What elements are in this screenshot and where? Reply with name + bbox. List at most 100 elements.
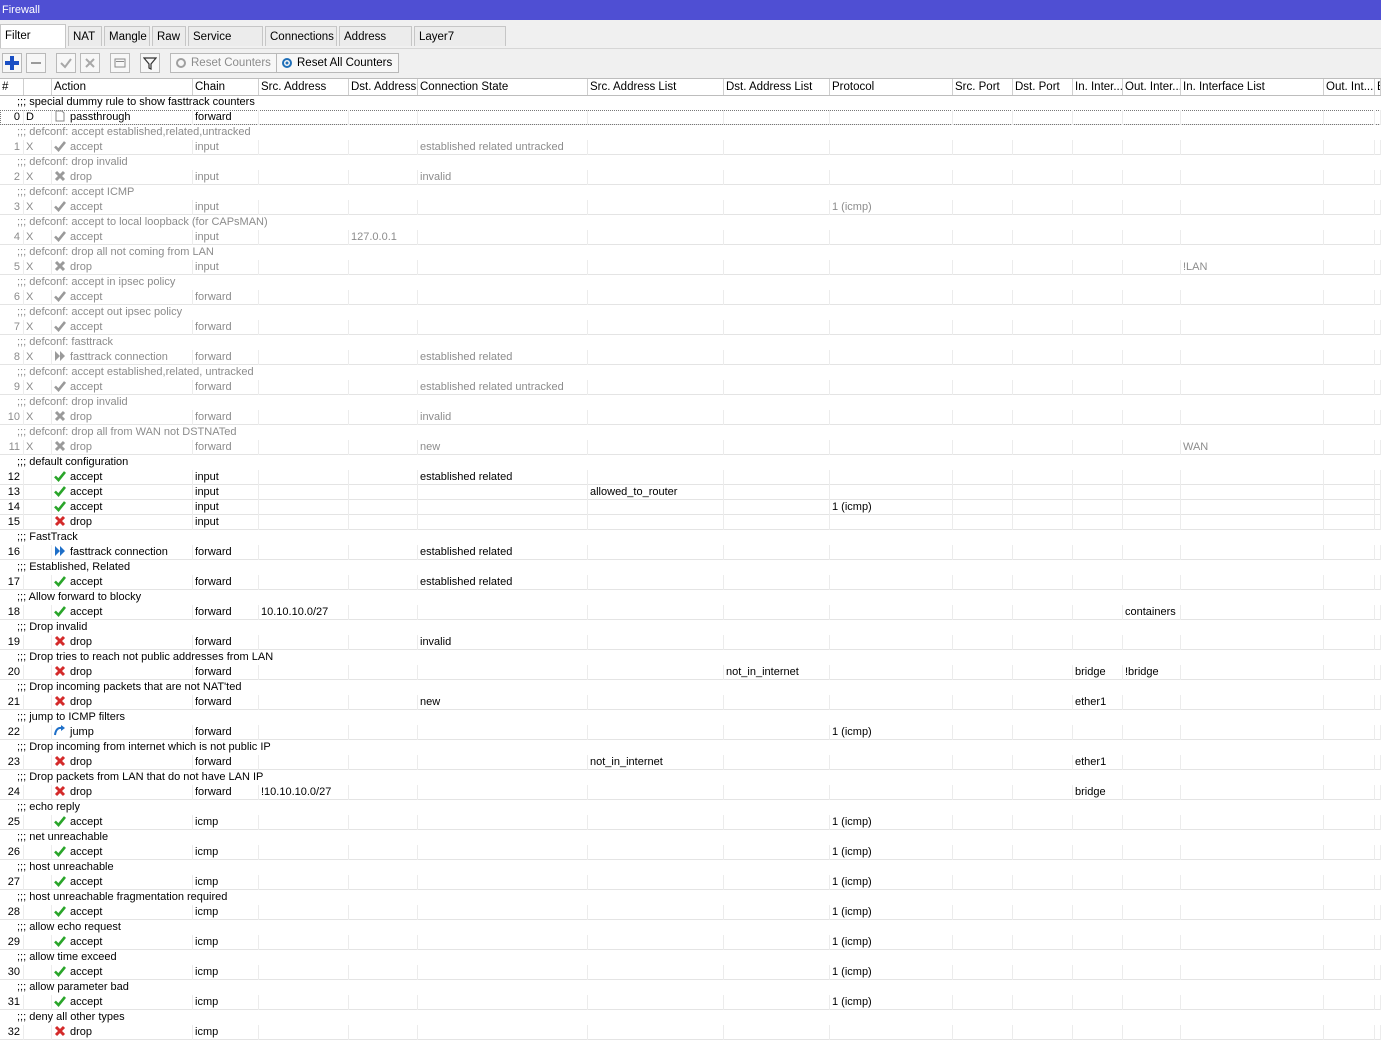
tab-filter-rules[interactable]: Filter Rules	[0, 24, 66, 64]
rule-comment-row[interactable]: ;;; defconf: drop invalid	[0, 155, 1381, 170]
rule-comment: ;;; Drop incoming packets that are not N…	[17, 681, 242, 693]
rule-row[interactable]: 24 drop forward !10.10.10.0/27 bridge	[0, 785, 1381, 800]
column-header[interactable]: Src. Address	[259, 79, 349, 95]
disable-button[interactable]	[80, 53, 100, 73]
rule-comment-row[interactable]: ;;; Allow forward to blocky	[0, 590, 1381, 605]
column-header[interactable]: Action	[52, 79, 193, 95]
column-header[interactable]: Protocol	[830, 79, 953, 95]
column-header[interactable]: Src. Port	[953, 79, 1013, 95]
rule-comment-row[interactable]: ;;; defconf: accept out ipsec policy	[0, 305, 1381, 320]
rule-comment-row[interactable]: ;;; defconf: accept in ipsec policy	[0, 275, 1381, 290]
rule-comment-row[interactable]: ;;; Drop incoming packets that are not N…	[0, 680, 1381, 695]
rule-comment: ;;; defconf: drop invalid	[17, 156, 128, 168]
rule-row[interactable]: 14 accept input 1 (icmp)	[0, 500, 1381, 515]
rule-comment-row[interactable]: ;;; Drop tries to reach not public addre…	[0, 650, 1381, 665]
column-header[interactable]: In. Interface List	[1181, 79, 1324, 95]
column-header[interactable]: Src. Address List	[588, 79, 724, 95]
rule-row[interactable]: 16 fasttrack connection forward established…	[0, 545, 1381, 560]
reset-counters-button[interactable]: Reset Counters	[170, 53, 278, 73]
rule-comment-row[interactable]: ;;; allow time exceed	[0, 950, 1381, 965]
rule-comment-row[interactable]: ;;; special dummy rule to show fasttrack…	[0, 95, 1381, 110]
column-header[interactable]: Dst. Port	[1013, 79, 1073, 95]
rule-row[interactable]: 4 Xaccept input 127.0.0.1	[0, 230, 1381, 245]
tab-connections[interactable]: Connections	[265, 26, 337, 46]
tab-raw[interactable]: Raw	[152, 26, 186, 46]
rule-comment-row[interactable]: ;;; defconf: accept established,related,…	[0, 125, 1381, 140]
rule-comment-row[interactable]: ;;; Drop packets from LAN that do not ha…	[0, 770, 1381, 785]
comment-button[interactable]	[110, 53, 130, 73]
rule-row[interactable]: 27 accept icmp 1 (icmp)	[0, 875, 1381, 890]
tab-nat[interactable]: NAT	[68, 26, 102, 46]
rule-comment-row[interactable]: ;;; defconf: drop all from WAN not DSTNA…	[0, 425, 1381, 440]
rule-row[interactable]: 32 drop icmp	[0, 1025, 1381, 1040]
rule-row[interactable]: 21 drop forward new ether1	[0, 695, 1381, 710]
tab-service-ports[interactable]: Service Ports	[188, 26, 263, 63]
enable-button[interactable]	[56, 53, 76, 73]
rule-row[interactable]: 26 accept icmp 1 (icmp)	[0, 845, 1381, 860]
rule-comment-row[interactable]: ;;; defconf: accept established,related,…	[0, 365, 1381, 380]
rule-comment-row[interactable]: ;;; allow parameter bad	[0, 980, 1381, 995]
rule-row[interactable]: 0 Dpassthrough forward	[0, 110, 1381, 125]
rule-row[interactable]: 22 jump forward 1 (icmp)	[0, 725, 1381, 740]
rule-row[interactable]: 2 Xdrop input invalid	[0, 170, 1381, 185]
rule-row[interactable]: 13 accept input allowed_to_router	[0, 485, 1381, 500]
rule-comment-row[interactable]: ;;; allow echo request	[0, 920, 1381, 935]
rule-comment-row[interactable]: ;;; defconf: accept ICMP	[0, 185, 1381, 200]
column-header[interactable]: Out. Int...	[1324, 79, 1375, 95]
rule-row[interactable]: 20 drop forward not_in_internet bridge !bridg…	[0, 665, 1381, 680]
tab-address-lists[interactable]: Address Lists	[339, 26, 412, 63]
rule-comment-row[interactable]: ;;; defconf: fasttrack	[0, 335, 1381, 350]
rule-row[interactable]: 30 accept icmp 1 (icmp)	[0, 965, 1381, 980]
rule-row[interactable]: 5 Xdrop input !LAN	[0, 260, 1381, 275]
rule-comment-row[interactable]: ;;; default configuration	[0, 455, 1381, 470]
rule-row[interactable]: 12 accept input established related	[0, 470, 1381, 485]
rule-row[interactable]: 6 Xaccept forward	[0, 290, 1381, 305]
tab-mangle[interactable]: Mangle	[104, 26, 150, 46]
rule-row[interactable]: 18 accept forward 10.10.10.0/27 containers	[0, 605, 1381, 620]
rule-row[interactable]: 7 Xaccept forward	[0, 320, 1381, 335]
reset-all-counters-button[interactable]: Reset All Counters	[276, 53, 400, 73]
column-header[interactable]: #	[0, 79, 24, 95]
rule-comment-row[interactable]: ;;; Drop incoming from internet which is…	[0, 740, 1381, 755]
rule-row[interactable]: 1 Xaccept input established related untrack…	[0, 140, 1381, 155]
column-header[interactable]: Out. Inter...	[1123, 79, 1181, 95]
rule-row[interactable]: 17 accept forward established related	[0, 575, 1381, 590]
add-button[interactable]	[2, 53, 22, 73]
column-header[interactable]	[24, 79, 52, 95]
rule-comment-row[interactable]: ;;; host unreachable fragmentation requi…	[0, 890, 1381, 905]
column-header[interactable]: Dst. Address List	[724, 79, 830, 95]
rule-row[interactable]: 23 drop forward not_in_internet ether1	[0, 755, 1381, 770]
rule-row[interactable]: 3 Xaccept input 1 (icmp)	[0, 200, 1381, 215]
rule-comment-row[interactable]: ;;; deny all other types	[0, 1010, 1381, 1025]
rule-row[interactable]: 31 accept icmp 1 (icmp)	[0, 995, 1381, 1010]
rule-comment-row[interactable]: ;;; Drop invalid	[0, 620, 1381, 635]
rule-row[interactable]: 8 Xfasttrack connection forward established…	[0, 350, 1381, 365]
accept-icon	[54, 471, 66, 482]
filter-button[interactable]	[140, 53, 160, 73]
rule-row[interactable]: 9 Xaccept forward established related untra…	[0, 380, 1381, 395]
rule-comment-row[interactable]: ;;; defconf: drop all not coming from LA…	[0, 245, 1381, 260]
column-header[interactable]: B	[1375, 79, 1381, 95]
rule-row[interactable]: 15 drop input	[0, 515, 1381, 530]
rule-action-label: accept	[70, 201, 103, 213]
column-header[interactable]: In. Inter...	[1073, 79, 1123, 95]
rule-row[interactable]: 25 accept icmp 1 (icmp)	[0, 815, 1381, 830]
column-header[interactable]: Connection State	[418, 79, 588, 95]
rule-comment-row[interactable]: ;;; net unreachable	[0, 830, 1381, 845]
rule-comment-row[interactable]: ;;; defconf: accept to local loopback (f…	[0, 215, 1381, 230]
rule-comment-row[interactable]: ;;; Established, Related	[0, 560, 1381, 575]
rule-comment-row[interactable]: ;;; FastTrack	[0, 530, 1381, 545]
rule-comment-row[interactable]: ;;; defconf: drop invalid	[0, 395, 1381, 410]
column-header[interactable]: Chain	[193, 79, 259, 95]
rule-row[interactable]: 19 drop forward invalid	[0, 635, 1381, 650]
remove-button[interactable]	[26, 53, 46, 73]
rule-row[interactable]: 29 accept icmp 1 (icmp)	[0, 935, 1381, 950]
rule-row[interactable]: 10 Xdrop forward invalid	[0, 410, 1381, 425]
rule-comment-row[interactable]: ;;; jump to ICMP filters	[0, 710, 1381, 725]
rule-row[interactable]: 11 Xdrop forward new WAN	[0, 440, 1381, 455]
rule-comment-row[interactable]: ;;; host unreachable	[0, 860, 1381, 875]
tab-layer7-protocols[interactable]: Layer7 Protocols	[414, 26, 506, 63]
rule-row[interactable]: 28 accept icmp 1 (icmp)	[0, 905, 1381, 920]
rule-comment-row[interactable]: ;;; echo reply	[0, 800, 1381, 815]
column-header[interactable]: Dst. Address	[349, 79, 418, 95]
